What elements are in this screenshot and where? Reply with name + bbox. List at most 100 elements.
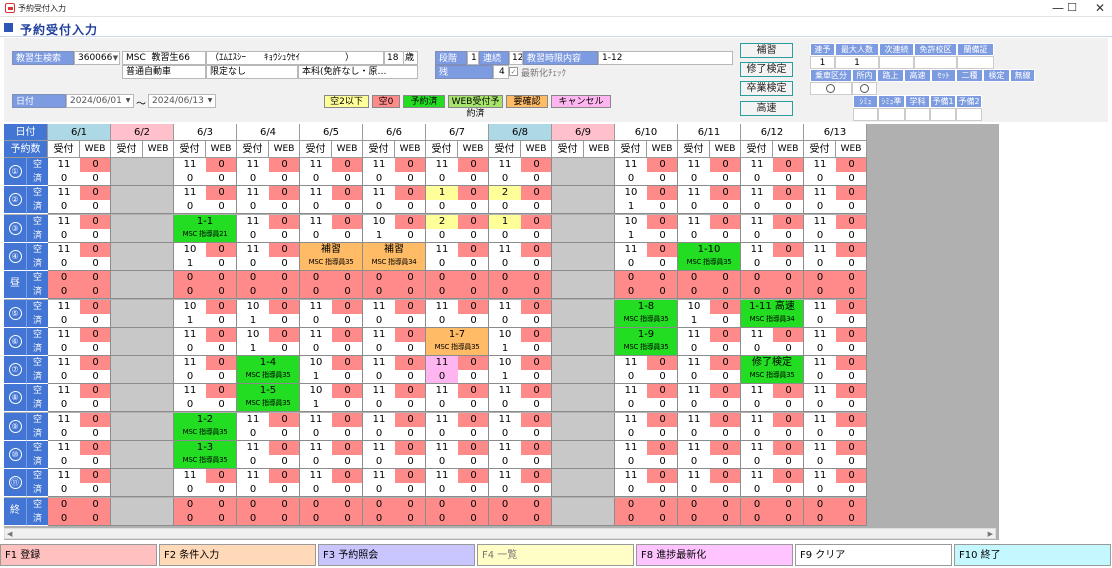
schedule-cell[interactable]: 11 0 0 0 xyxy=(363,412,426,441)
booked-lesson-cell[interactable]: 1-1 MSC 指導員21 xyxy=(174,214,237,243)
schedule-cell[interactable]: 10 0 1 0 xyxy=(174,299,237,328)
f4-list-button[interactable]: F4 一覧 xyxy=(477,544,634,566)
schedule-cell[interactable]: 11 0 0 0 xyxy=(426,158,489,186)
date-header[interactable]: 6/11 xyxy=(678,124,741,141)
ride-type-radio-cell[interactable] xyxy=(810,82,852,95)
schedule-cell[interactable]: 11 0 0 0 xyxy=(741,214,804,243)
schedule-cell[interactable]: 11 0 0 0 xyxy=(237,469,300,498)
schedule-cell[interactable]: 0000 xyxy=(237,497,300,526)
schedule-cell[interactable]: 11 0 0 0 xyxy=(237,158,300,186)
schedule-cell[interactable]: 11 0 0 0 xyxy=(300,327,363,356)
schedule-cell[interactable]: 11 0 0 0 xyxy=(426,441,489,469)
schedule-cell[interactable]: 0000 xyxy=(804,271,867,300)
schedule-cell[interactable]: 11 0 0 0 xyxy=(741,186,804,215)
f9-clear-button[interactable]: F9 クリア xyxy=(795,544,952,566)
schedule-cell[interactable]: 11 0 0 0 xyxy=(804,441,867,469)
schedule-cell[interactable]: 11 0 0 0 xyxy=(678,214,741,243)
schedule-cell[interactable]: 11 0 0 0 xyxy=(300,299,363,328)
schedule-cell[interactable]: 10 0 1 0 xyxy=(678,299,741,328)
schedule-cell[interactable]: 10 0 1 0 xyxy=(174,242,237,271)
schedule-cell[interactable]: 11 0 0 0 xyxy=(489,158,552,186)
schedule-cell[interactable]: 2000 xyxy=(489,186,552,215)
refresh-check-checkbox[interactable]: ✓ xyxy=(509,67,518,76)
schedule-cell[interactable]: 10 0 1 0 xyxy=(237,327,300,356)
schedule-cell[interactable]: 11 0 0 0 xyxy=(741,469,804,498)
schedule-cell[interactable]: 11 0 0 0 xyxy=(489,441,552,469)
schedule-cell[interactable]: 11 0 0 0 xyxy=(804,469,867,498)
scroll-left-icon[interactable]: ◀ xyxy=(7,529,12,539)
schedule-cell[interactable]: 10 0 1 0 xyxy=(363,214,426,243)
schedule-cell[interactable]: 11 0 0 0 xyxy=(741,412,804,441)
booked-lesson-cell[interactable]: 1-5 MSC 指導員35 xyxy=(237,384,300,413)
schedule-cell[interactable]: 11 0 0 0 xyxy=(174,356,237,385)
schedule-cell[interactable]: 11 0 0 0 xyxy=(48,186,111,215)
schedule-cell[interactable]: 11 0 0 0 xyxy=(48,441,111,469)
booked-lesson-cell[interactable]: 1-11 高速 MSC 指導員34 xyxy=(741,299,804,328)
schedule-cell[interactable]: 0000 xyxy=(300,497,363,526)
schedule-cell[interactable]: 11 0 0 0 xyxy=(615,441,678,469)
f2-condition-button[interactable]: F2 条件入力 xyxy=(159,544,316,566)
schedule-cell[interactable]: 11 0 0 0 xyxy=(174,186,237,215)
schedule-cell[interactable]: 11 0 0 0 xyxy=(489,469,552,498)
schedule-cell[interactable]: 0000 xyxy=(363,497,426,526)
schedule-cell[interactable]: 11 0 0 0 xyxy=(678,158,741,186)
schedule-cell[interactable]: 11 0 0 0 xyxy=(300,186,363,215)
schedule-cell[interactable]: 11 0 0 0 xyxy=(363,356,426,385)
schedule-cell[interactable]: 11 0 0 0 xyxy=(48,299,111,328)
date-header[interactable]: 6/10 xyxy=(615,124,678,141)
schedule-cell[interactable]: 11 0 0 0 xyxy=(489,412,552,441)
schedule-cell[interactable]: 11 0 0 0 xyxy=(489,384,552,413)
booked-lesson-cell[interactable]: 1-4 MSC 指導員35 xyxy=(237,356,300,385)
schedule-cell[interactable]: 11 0 0 0 xyxy=(804,327,867,356)
f10-exit-button[interactable]: F10 終了 xyxy=(954,544,1111,566)
schedule-cell[interactable]: 10 0 1 0 xyxy=(237,299,300,328)
schedule-cell[interactable]: 10 0 1 0 xyxy=(300,356,363,385)
schedule-cell[interactable]: 11 0 0 0 xyxy=(48,214,111,243)
supplementary-button[interactable]: 補習 xyxy=(740,43,793,58)
student-dropdown-icon[interactable]: ▼ xyxy=(110,51,121,65)
schedule-cell[interactable]: 11 0 0 0 xyxy=(174,469,237,498)
booked-lesson-cell[interactable]: 1-7 MSC 指導員35 xyxy=(426,327,489,356)
schedule-cell[interactable]: 11 0 0 0 xyxy=(804,158,867,186)
schedule-cell[interactable]: 0000 xyxy=(678,271,741,300)
schedule-cell[interactable]: 0000 xyxy=(678,497,741,526)
schedule-cell[interactable]: 11 0 0 0 xyxy=(300,158,363,186)
date-header[interactable]: 6/8 xyxy=(489,124,552,141)
schedule-cell[interactable]: 11 0 0 0 xyxy=(363,441,426,469)
schedule-cell[interactable]: 11 0 0 0 xyxy=(615,158,678,186)
schedule-cell[interactable]: 11 0 0 0 xyxy=(804,299,867,328)
date-to-select[interactable]: 2024/06/13 ▼ xyxy=(148,94,216,108)
schedule-cell[interactable]: 11 0 0 0 xyxy=(426,469,489,498)
schedule-cell[interactable]: 0000 xyxy=(741,271,804,300)
date-header[interactable]: 6/4 xyxy=(237,124,300,141)
highway-button[interactable]: 高速 xyxy=(740,101,793,116)
schedule-cell[interactable]: 11 0 0 0 xyxy=(237,441,300,469)
schedule-cell[interactable]: 0000 xyxy=(48,497,111,526)
date-header[interactable]: 6/5 xyxy=(300,124,363,141)
schedule-cell[interactable]: 11 0 0 0 xyxy=(741,158,804,186)
schedule-cell[interactable]: 0000 xyxy=(426,497,489,526)
schedule-cell[interactable]: 0000 xyxy=(615,271,678,300)
schedule-cell[interactable]: 10 0 1 0 xyxy=(489,356,552,385)
schedule-cell[interactable]: 11 0 0 0 xyxy=(678,384,741,413)
schedule-cell[interactable]: 0000 xyxy=(48,271,111,300)
schedule-cell[interactable]: 2000 xyxy=(426,214,489,243)
schedule-cell[interactable]: 11 0 0 0 xyxy=(48,469,111,498)
schedule-cell[interactable]: 11 0 0 0 xyxy=(48,327,111,356)
booked-lesson-cell[interactable]: 1-3 MSC 指導員35 xyxy=(174,441,237,469)
date-header[interactable]: 6/12 xyxy=(741,124,804,141)
schedule-cell[interactable]: 11 0 0 0 xyxy=(678,186,741,215)
completion-exam-button[interactable]: 修了検定 xyxy=(740,62,793,77)
schedule-cell[interactable]: 11 0 0 0 xyxy=(615,469,678,498)
schedule-cell[interactable]: 11 0 0 0 xyxy=(48,384,111,413)
horizontal-scrollbar[interactable]: ◀ ▶ xyxy=(4,528,996,539)
schedule-cell[interactable]: 11 0 0 0 xyxy=(489,242,552,271)
schedule-cell[interactable]: 11 0 0 0 xyxy=(237,186,300,215)
schedule-cell[interactable]: 0000 xyxy=(237,271,300,300)
date-from-select[interactable]: 2024/06/01 ▼ xyxy=(66,94,134,108)
date-header[interactable]: 6/2 xyxy=(111,124,174,141)
schedule-cell[interactable]: 11 0 0 0 xyxy=(426,412,489,441)
schedule-cell[interactable]: 11 0 0 0 xyxy=(363,186,426,215)
booked-lesson-cell[interactable]: 1-2 MSC 指導員35 xyxy=(174,412,237,441)
booked-lesson-cell[interactable]: 補習 MSC 指導員34 xyxy=(363,242,426,271)
